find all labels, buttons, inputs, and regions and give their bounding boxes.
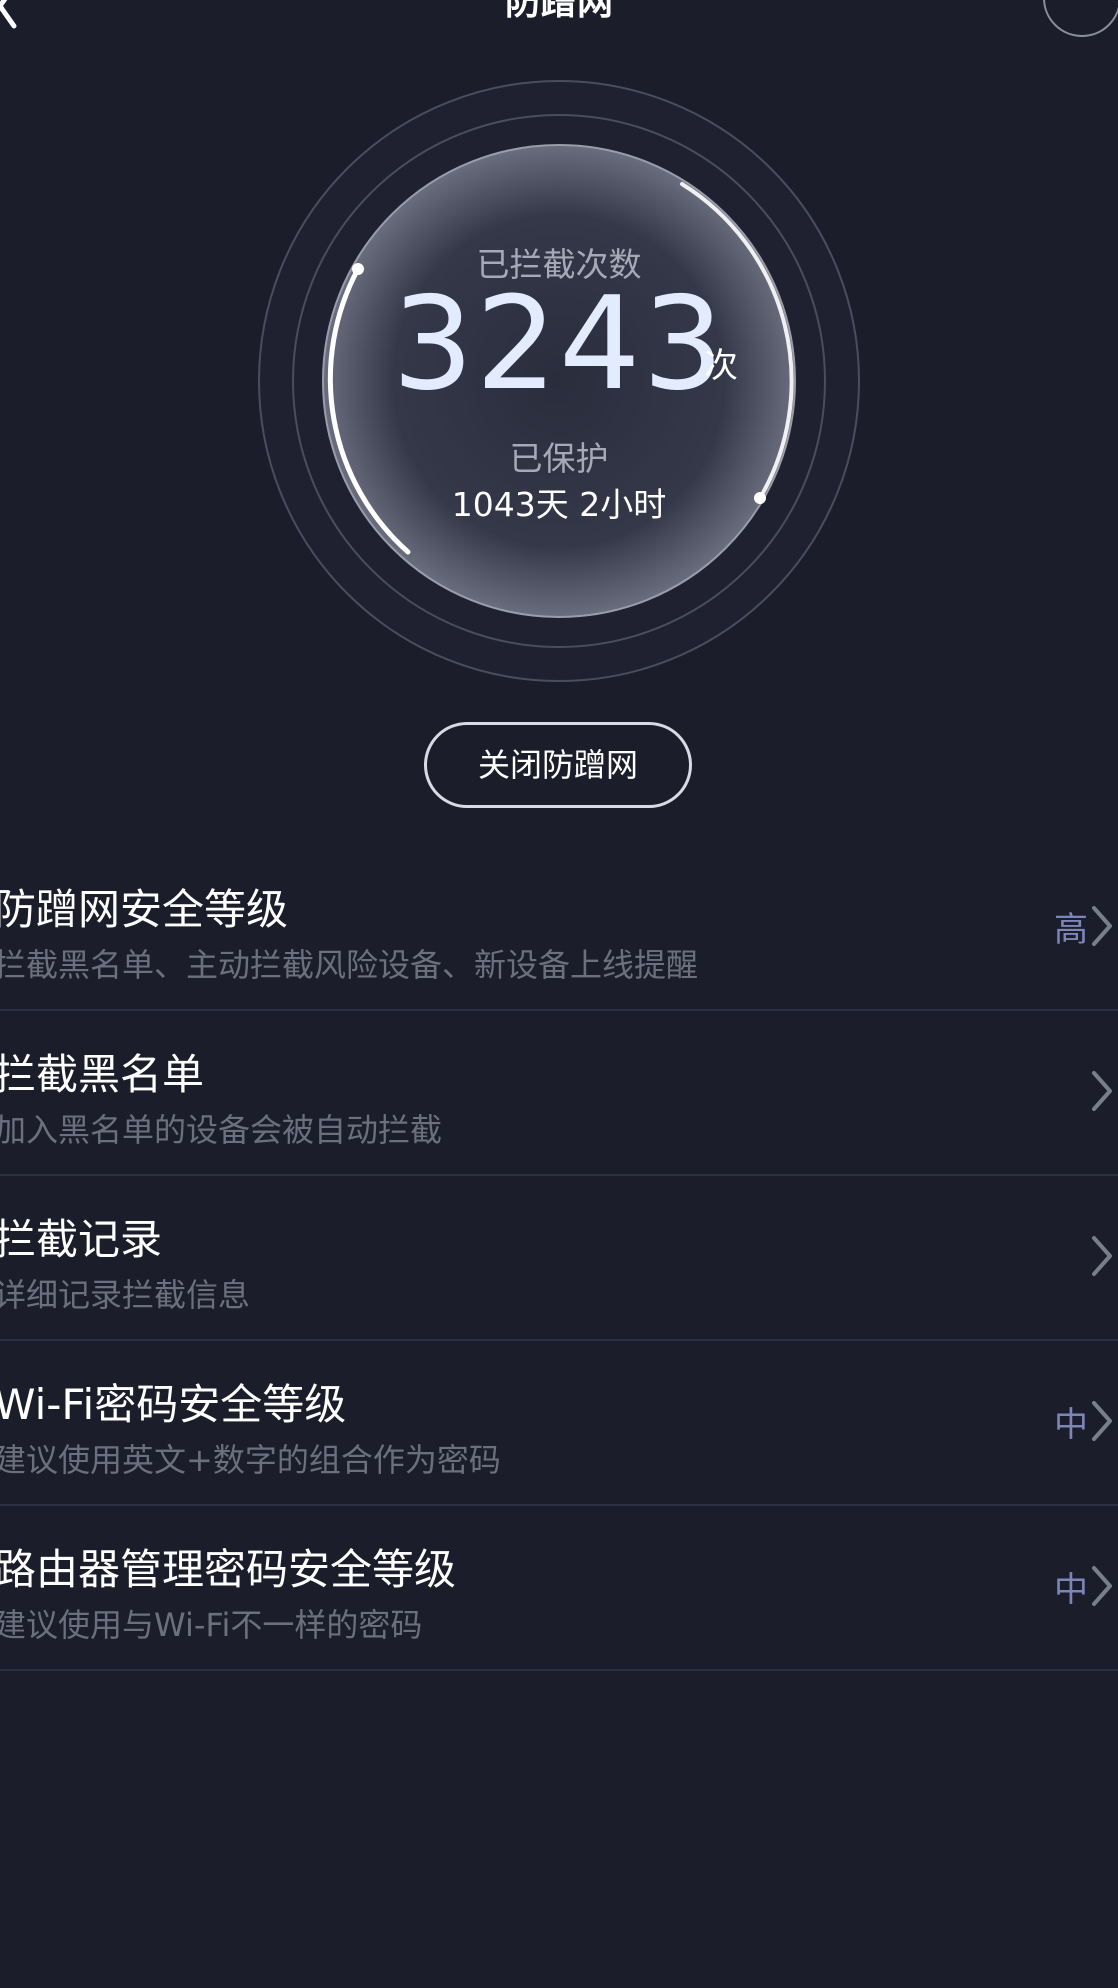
block-count-dial: 已拦截次数 3243 次 已保护 1043天 2小时 (258, 80, 860, 682)
page: 防蹭网 已拦截次数 3243 次 已保护 1043天 2小时 关闭防蹭网 防蹭网… (0, 0, 1118, 1988)
list-item-value: 中 (1054, 1405, 1088, 1445)
list-item-subtitle: 建议使用英文+数字的组合作为密码 (0, 1441, 501, 1479)
log-button[interactable] (1042, 0, 1118, 38)
list-item-title: 拦截黑名单 (0, 1050, 205, 1099)
chevron-right-icon (1092, 1236, 1112, 1276)
list-item-title: Wi-Fi密码安全等级 (0, 1380, 347, 1429)
header: 防蹭网 (0, 0, 1118, 40)
block-count-unit: 次 (704, 346, 738, 386)
chevron-right-icon (1092, 906, 1112, 946)
chevron-right-icon (1092, 1566, 1112, 1606)
list-item-title: 防蹭网安全等级 (0, 885, 289, 934)
document-icon (1043, 0, 1118, 37)
chevron-right-icon (1092, 1071, 1112, 1111)
block-count-value: 3243 (392, 270, 726, 419)
list-item-blacklist[interactable]: 拦截黑名单 加入黑名单的设备会被自动拦截 (0, 1011, 1118, 1176)
list-item-subtitle: 加入黑名单的设备会被自动拦截 (0, 1111, 443, 1149)
list-item-router-password-level[interactable]: 路由器管理密码安全等级 建议使用与Wi-Fi不一样的密码 中 (0, 1506, 1118, 1671)
chevron-right-icon (1092, 1401, 1112, 1441)
block-count-wrap: 3243 (258, 280, 860, 410)
page-title: 防蹭网 (504, 0, 613, 23)
list-item-security-level[interactable]: 防蹭网安全等级 拦截黑名单、主动拦截风险设备、新设备上线提醒 高 (0, 846, 1118, 1011)
protected-label: 已保护 (509, 439, 609, 478)
list-item-title: 路由器管理密码安全等级 (0, 1545, 457, 1594)
list-item-title: 拦截记录 (0, 1215, 163, 1264)
protected-duration: 1043天 2小时 (451, 485, 667, 524)
list-item-subtitle: 拦截黑名单、主动拦截风险设备、新设备上线提醒 (0, 946, 699, 984)
list-item-value: 高 (1054, 910, 1088, 950)
close-protection-button[interactable]: 关闭防蹭网 (424, 722, 692, 808)
settings-list: 防蹭网安全等级 拦截黑名单、主动拦截风险设备、新设备上线提醒 高 拦截黑名单 加… (0, 846, 1118, 1671)
list-item-wifi-password-level[interactable]: Wi-Fi密码安全等级 建议使用英文+数字的组合作为密码 中 (0, 1341, 1118, 1506)
list-item-subtitle: 建议使用与Wi-Fi不一样的密码 (0, 1606, 423, 1644)
list-item-value: 中 (1054, 1570, 1088, 1610)
list-item-subtitle: 详细记录拦截信息 (0, 1276, 251, 1314)
list-item-block-log[interactable]: 拦截记录 详细记录拦截信息 (0, 1176, 1118, 1341)
